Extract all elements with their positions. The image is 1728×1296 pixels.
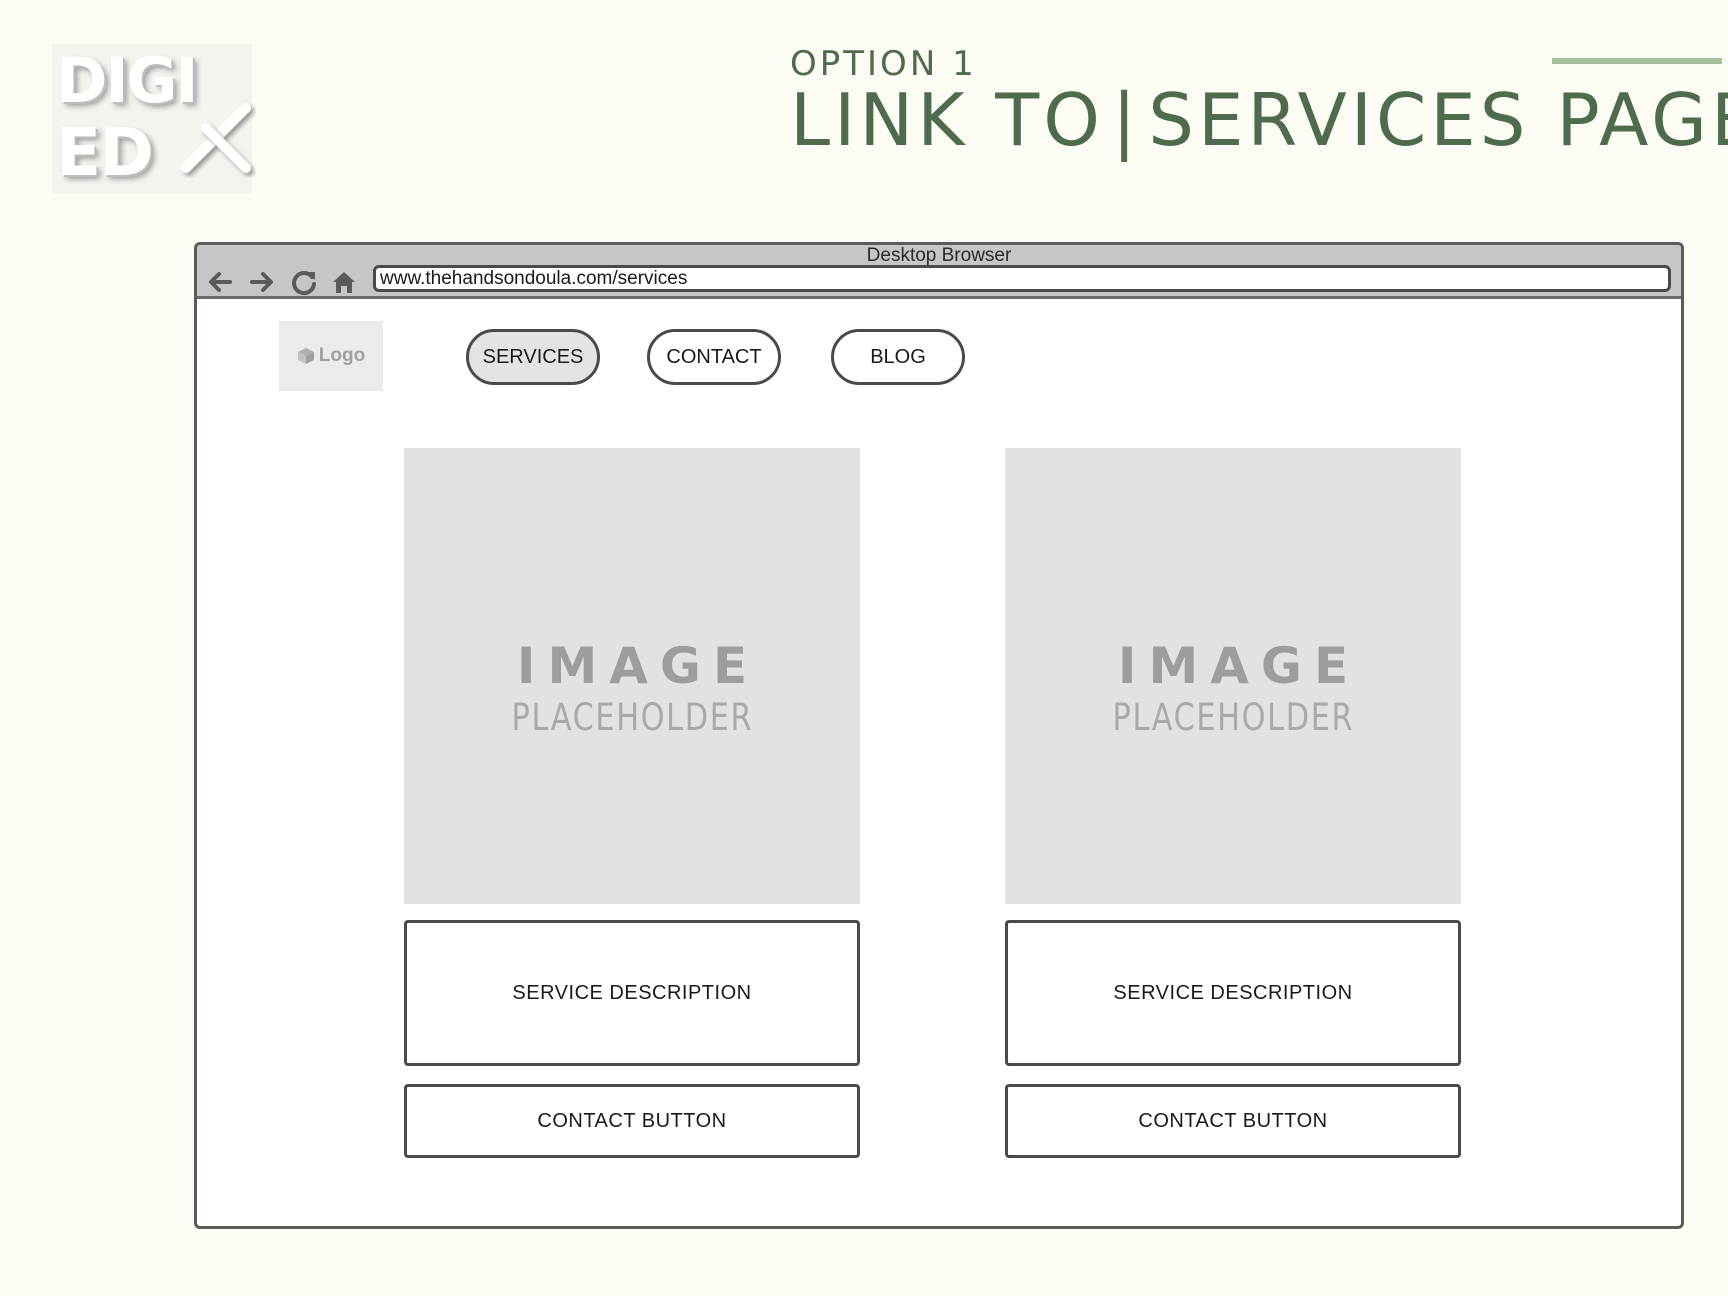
image-placeholder-subtitle: PLACEHOLDER <box>1112 695 1354 739</box>
service-card-2: IMAGE PLACEHOLDER SERVICE DESCRIPTION CO… <box>1005 448 1461 1158</box>
refresh-icon <box>292 271 316 296</box>
browser-title: Desktop Browser <box>866 245 1012 266</box>
page-title-separator: | <box>1111 78 1141 162</box>
refresh-button[interactable] <box>287 267 321 297</box>
home-icon <box>333 272 355 293</box>
back-arrow-icon <box>209 272 232 292</box>
nav-services-button[interactable]: SERVICES <box>466 329 600 385</box>
service-description: SERVICE DESCRIPTION <box>1005 920 1461 1066</box>
page-title: LINK TO | SERVICES PAGE <box>790 78 1728 162</box>
url-input[interactable]: www.thehandsondoula.com/services <box>373 265 1671 292</box>
back-button[interactable] <box>203 267 237 297</box>
image-placeholder: IMAGE PLACEHOLDER <box>1005 448 1461 904</box>
site-logo-label: Logo <box>318 345 366 366</box>
brand-chevron-icon <box>181 103 251 173</box>
home-button[interactable] <box>327 267 361 297</box>
service-description: SERVICE DESCRIPTION <box>404 920 860 1066</box>
image-placeholder-title: IMAGE <box>516 636 760 695</box>
contact-button[interactable]: CONTACT BUTTON <box>404 1084 860 1158</box>
site-logo[interactable]: Logo <box>279 321 383 391</box>
forward-button[interactable] <box>245 267 279 297</box>
service-card-1: IMAGE PLACEHOLDER SERVICE DESCRIPTION CO… <box>404 448 860 1158</box>
heading-accent-rule <box>1552 58 1722 64</box>
forward-arrow-icon <box>250 272 273 292</box>
brand-logo-line2: ED <box>56 114 154 191</box>
brand-logo: DIGI ED <box>52 44 252 194</box>
page-title-right: SERVICES PAGE <box>1148 78 1728 162</box>
page-title-left: LINK TO <box>790 78 1104 162</box>
contact-button[interactable]: CONTACT BUTTON <box>1005 1084 1461 1158</box>
browser-toolbar: Desktop Browser www.thehandsondoula.com/… <box>197 245 1681 299</box>
image-placeholder-title: IMAGE <box>1117 636 1361 695</box>
browser-window: Desktop Browser www.thehandsondoula.com/… <box>194 242 1684 1229</box>
nav-contact-button[interactable]: CONTACT <box>647 329 781 385</box>
nav-blog-button[interactable]: BLOG <box>831 329 965 385</box>
cube-icon <box>297 348 314 364</box>
image-placeholder-subtitle: PLACEHOLDER <box>511 695 753 739</box>
image-placeholder: IMAGE PLACEHOLDER <box>404 448 860 904</box>
